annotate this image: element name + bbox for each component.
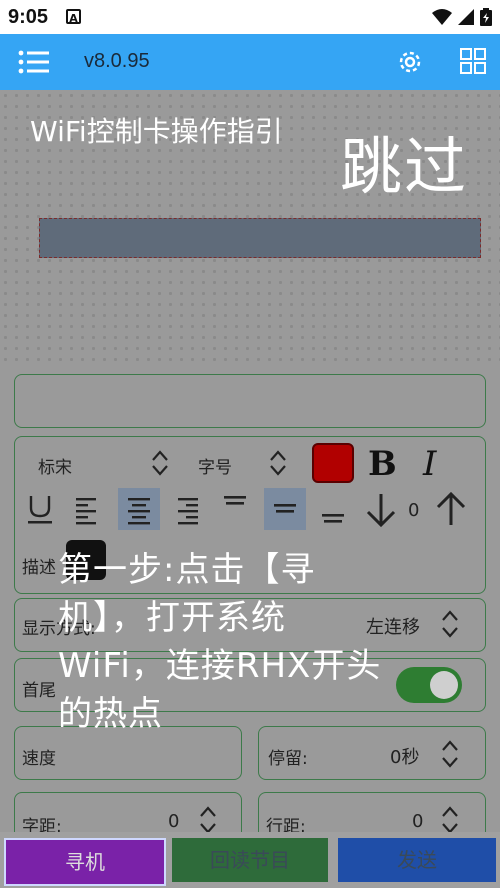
- stay-chevron-icon[interactable]: [440, 738, 460, 770]
- app-bar: v8.0.95: [0, 34, 500, 90]
- readback-program-button[interactable]: 回读节目: [172, 838, 328, 882]
- describe-label: 描述: [22, 558, 56, 578]
- head-tail-label: 首尾: [22, 681, 56, 701]
- signal-icon: [458, 9, 474, 25]
- align-right-icon[interactable]: [166, 488, 208, 530]
- status-bar: 9:05 A: [0, 0, 500, 34]
- menu-icon[interactable]: [18, 50, 50, 74]
- char-spacing-value: 0: [168, 811, 180, 832]
- speed-label: 速度: [22, 749, 56, 769]
- align-left-icon[interactable]: [70, 488, 112, 530]
- display-mode-chevron-icon[interactable]: [440, 608, 460, 640]
- skip-button[interactable]: 跳过: [340, 116, 468, 206]
- arrow-up-icon[interactable]: [430, 488, 472, 530]
- status-time: 9:05: [8, 6, 49, 28]
- head-tail-toggle[interactable]: [396, 667, 462, 703]
- toggle-knob: [430, 671, 458, 699]
- bold-button[interactable]: B: [368, 444, 397, 484]
- font-size-label[interactable]: 字号: [198, 453, 232, 478]
- align-center-icon[interactable]: [118, 488, 160, 530]
- grid-icon[interactable]: [460, 48, 486, 74]
- spacing-value: 0: [408, 500, 420, 521]
- battery-icon: [480, 8, 492, 26]
- guide-step-text: 第一步:点击【寻机】，打开系统WiFi，连接RHX开头的热点: [58, 550, 382, 734]
- text-input-box[interactable]: [14, 374, 486, 428]
- wifi-icon: [432, 9, 452, 25]
- preview-text-bar[interactable]: [39, 218, 481, 258]
- search-device-button[interactable]: 寻机: [4, 838, 166, 886]
- font-name[interactable]: 标宋: [38, 453, 72, 478]
- stay-label: 停留:: [268, 749, 308, 769]
- valign-top-icon[interactable]: [214, 488, 256, 530]
- notification-icon: A: [66, 9, 81, 25]
- valign-bottom-icon[interactable]: [312, 488, 354, 530]
- italic-button[interactable]: I: [423, 444, 436, 484]
- text-color-swatch[interactable]: [312, 443, 354, 483]
- stay-value: 0秒: [390, 747, 420, 768]
- app-version: v8.0.95: [84, 50, 150, 72]
- size-chevron-icon[interactable]: [268, 448, 288, 478]
- arrow-down-icon[interactable]: [360, 488, 402, 530]
- line-spacing-value: 0: [412, 811, 424, 832]
- bottom-action-bar: 寻机 回读节目 发送: [0, 832, 500, 888]
- underline-icon[interactable]: [22, 488, 64, 530]
- gear-icon[interactable]: [396, 48, 424, 76]
- guide-title: WiFi控制卡操作指引: [30, 115, 283, 148]
- valign-middle-icon[interactable]: [264, 488, 306, 530]
- send-button[interactable]: 发送: [338, 838, 496, 882]
- font-chevron-icon[interactable]: [150, 448, 170, 478]
- status-icons: [432, 8, 492, 26]
